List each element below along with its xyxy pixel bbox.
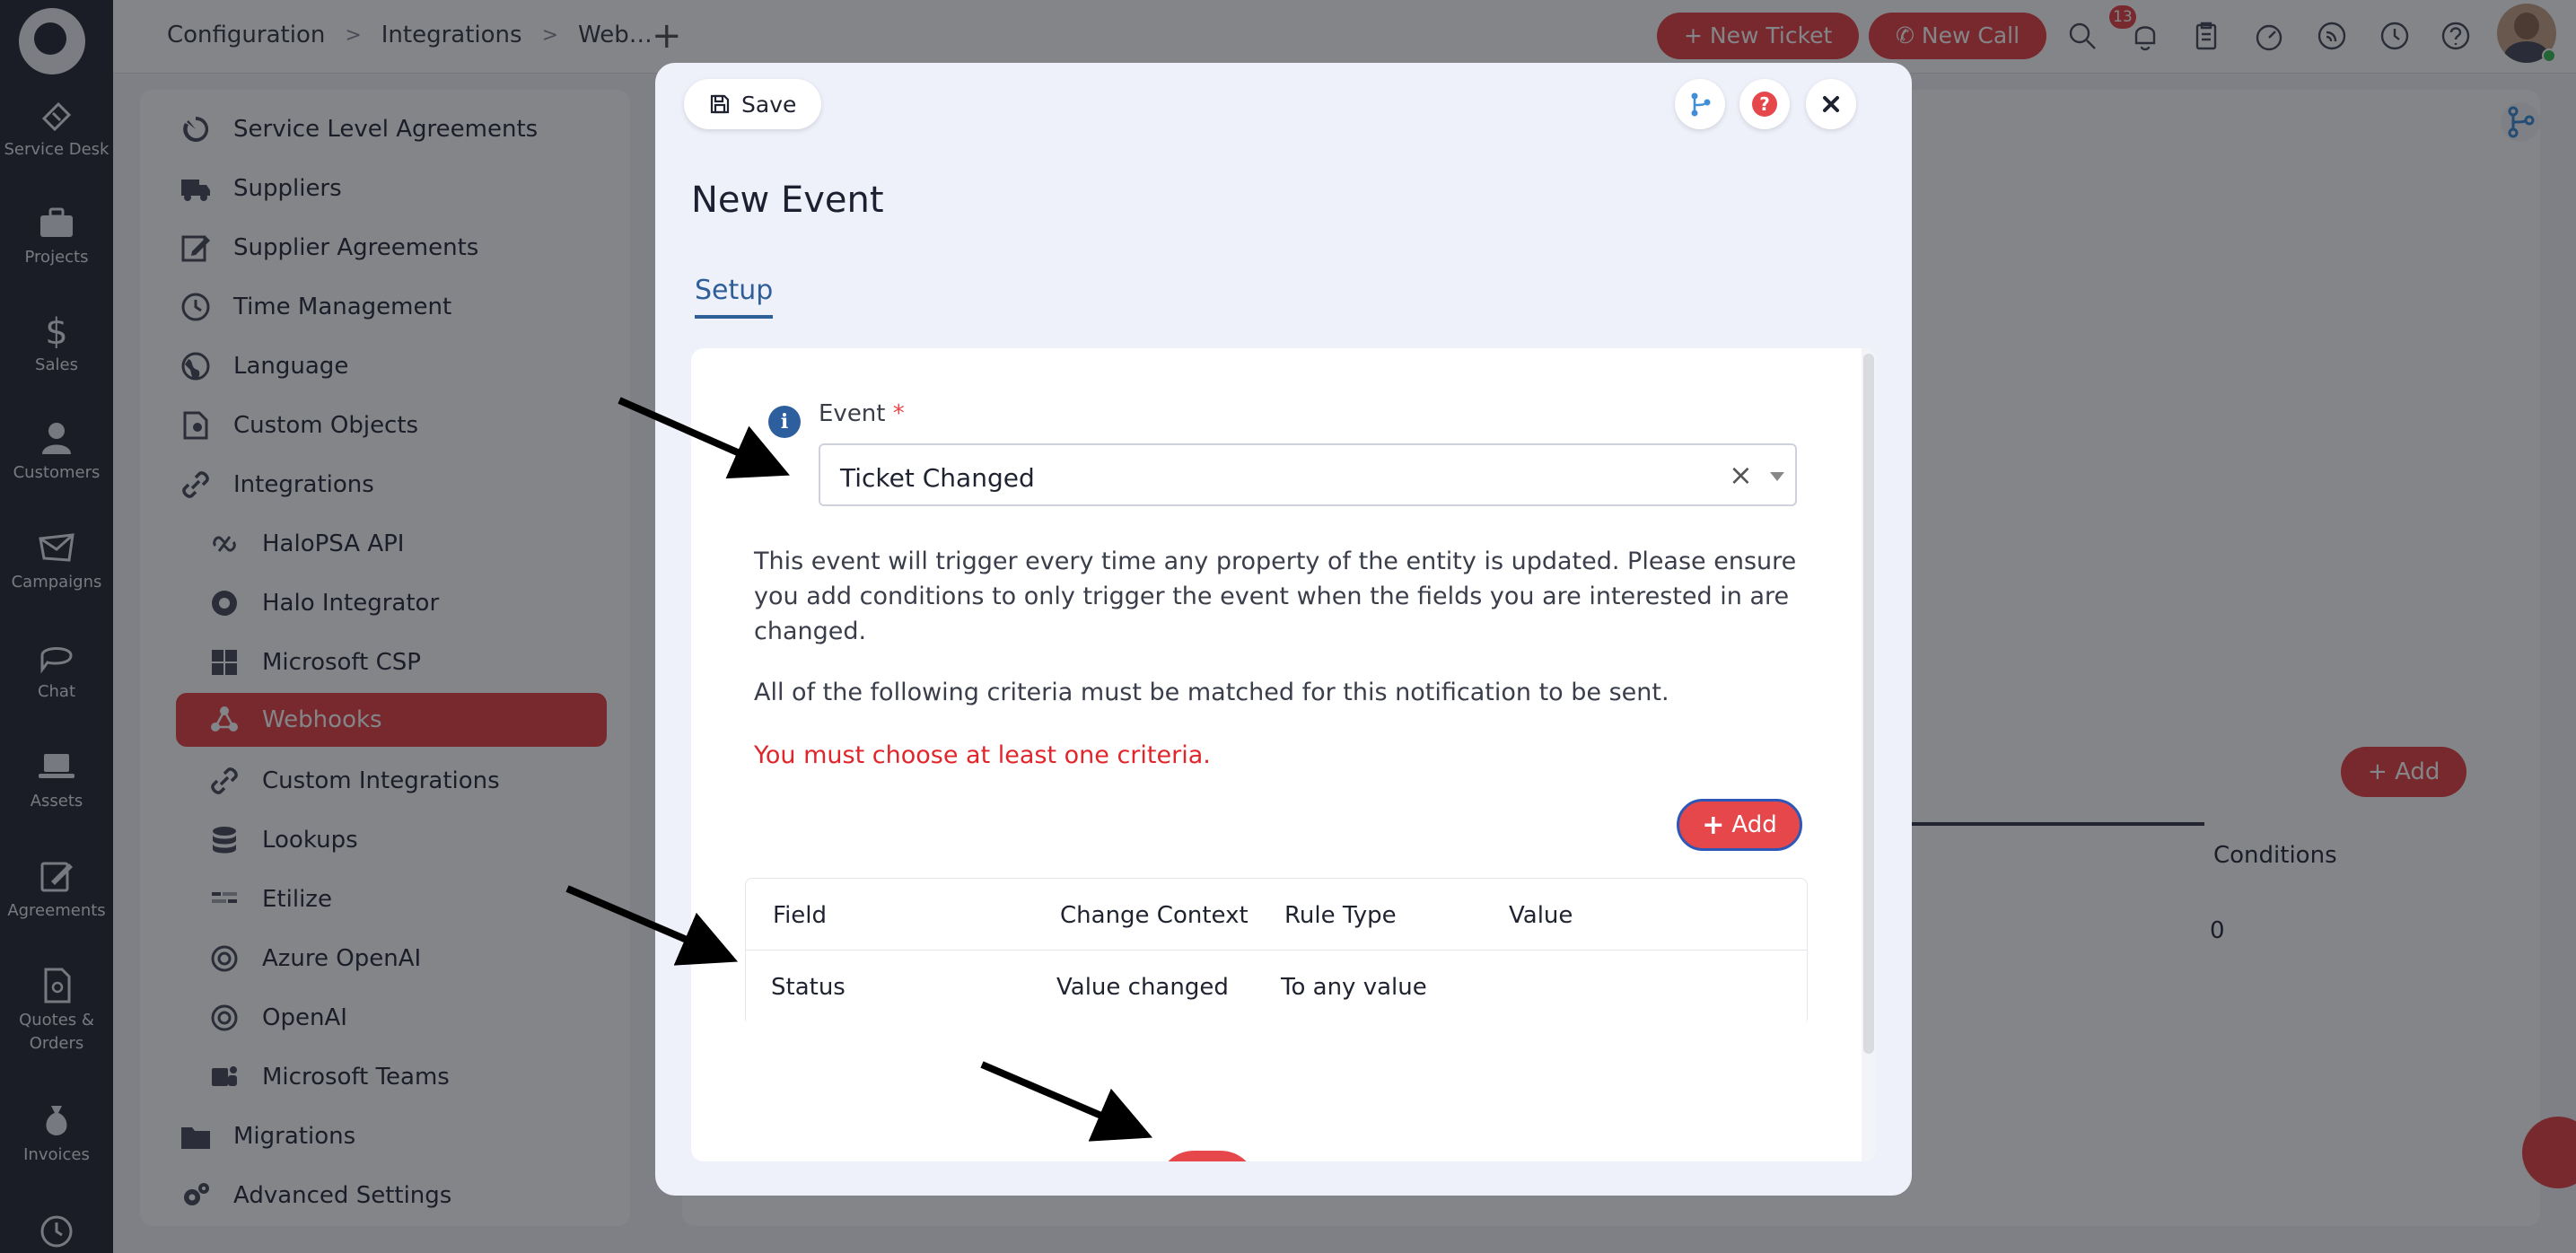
- column-header-field[interactable]: Field: [773, 902, 827, 929]
- workflow-button[interactable]: [1675, 79, 1725, 129]
- scrollbar-thumb[interactable]: [1863, 354, 1874, 1054]
- help-button[interactable]: ?: [1739, 79, 1790, 129]
- column-header-change-context[interactable]: Change Context: [1060, 902, 1249, 929]
- required-asterisk: *: [892, 400, 905, 427]
- event-select-value: Ticket Changed: [840, 463, 1035, 493]
- clear-selection-icon[interactable]: ×: [1729, 458, 1753, 492]
- chevron-down-icon[interactable]: [1770, 472, 1784, 481]
- workflow-icon: [1691, 92, 1711, 117]
- add-criteria-label: Add: [1731, 811, 1777, 838]
- cell-rule-type: To any value: [1281, 974, 1427, 1001]
- cell-field: Status: [771, 974, 846, 1001]
- event-field-label: Event *: [819, 400, 905, 427]
- column-header-value[interactable]: Value: [1509, 902, 1573, 929]
- modal-title: New Event: [691, 180, 884, 221]
- save-button[interactable]: Save: [684, 79, 822, 129]
- setup-card: i Event * Ticket Changed × This event wi…: [691, 348, 1876, 1161]
- event-description: This event will trigger every time any p…: [754, 548, 1797, 645]
- cell-change-context: Value changed: [1056, 974, 1229, 1001]
- help-icon: ?: [1752, 92, 1777, 117]
- criteria-instruction: All of the following criteria must be ma…: [754, 679, 1669, 706]
- add-criteria-button[interactable]: + Add: [1677, 799, 1802, 851]
- criteria-table-header: Field Change Context Rule Type Value: [746, 879, 1807, 951]
- validation-error: You must choose at least one criteria.: [754, 741, 1211, 769]
- new-event-modal: Save ? New Event Setup i Event * Ticket …: [655, 63, 1912, 1196]
- criteria-table: Field Change Context Rule Type Value Sta…: [745, 878, 1808, 1026]
- event-label-text: Event: [819, 400, 886, 427]
- close-button[interactable]: [1806, 79, 1856, 129]
- column-header-rule-type[interactable]: Rule Type: [1284, 902, 1397, 929]
- partially-hidden-button[interactable]: [1158, 1151, 1257, 1161]
- close-icon: [1823, 96, 1839, 112]
- plus-icon: +: [1702, 809, 1725, 841]
- info-icon[interactable]: i: [768, 406, 801, 438]
- tab-setup[interactable]: Setup: [695, 275, 774, 319]
- floppy-disk-icon: [710, 94, 730, 114]
- svg-text:?: ?: [1759, 93, 1770, 115]
- table-row[interactable]: Status Value changed To any value: [746, 951, 1807, 1026]
- save-label: Save: [741, 91, 797, 118]
- event-select[interactable]: Ticket Changed ×: [819, 443, 1797, 506]
